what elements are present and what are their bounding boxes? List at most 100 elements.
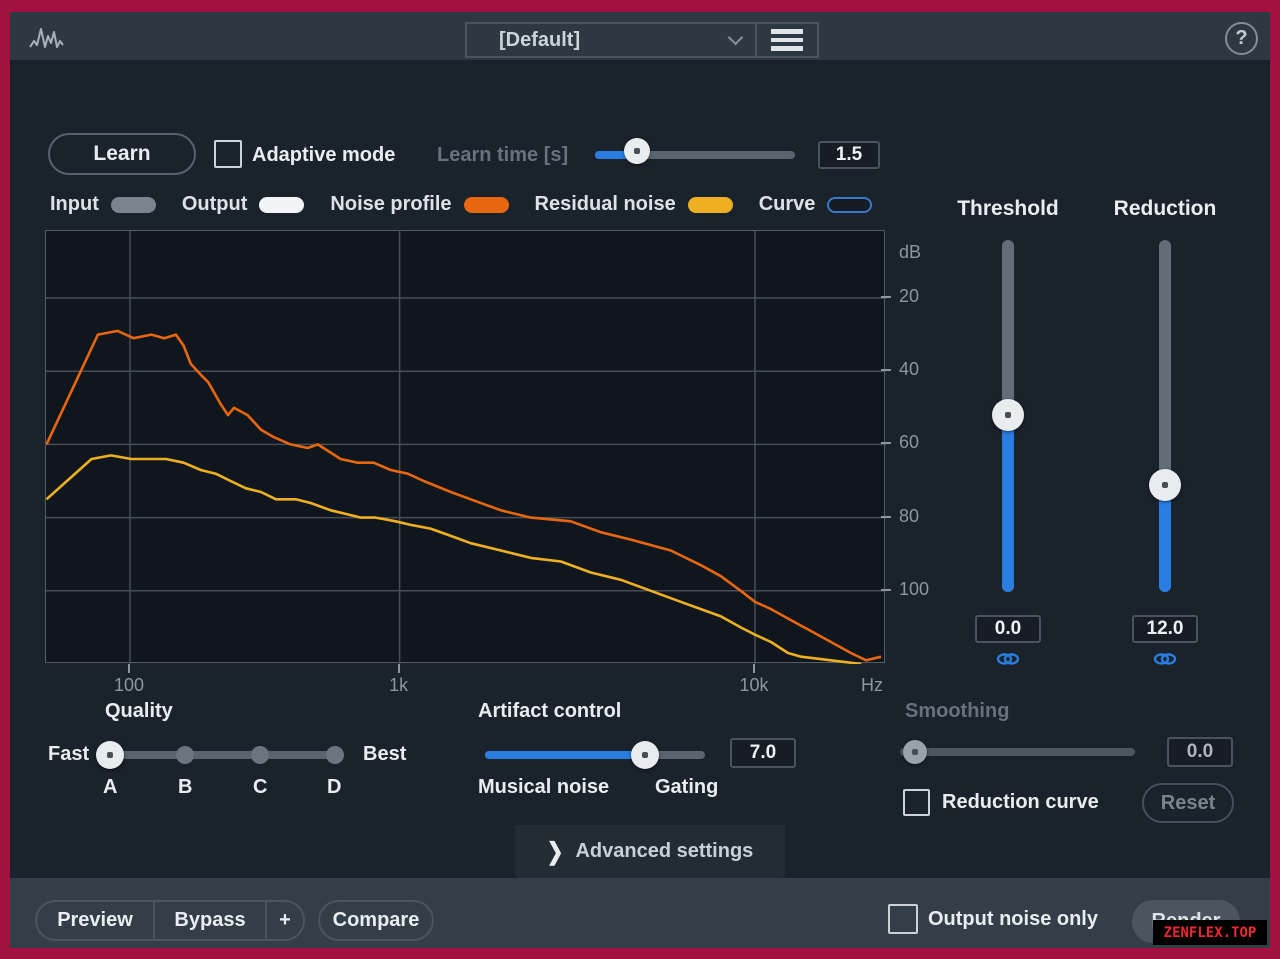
reduction-curve-checkbox[interactable] bbox=[903, 789, 930, 816]
learn-time-label: Learn time [s] bbox=[437, 144, 568, 167]
y-tick-mark bbox=[881, 369, 891, 371]
legend-label: Output bbox=[182, 193, 248, 216]
reduction-slider-fill bbox=[1159, 485, 1171, 592]
x-tick-mark bbox=[753, 664, 755, 673]
x-tick-label: 10k bbox=[729, 675, 779, 696]
quality-stop-d[interactable] bbox=[326, 746, 344, 764]
quality-step-a[interactable]: A bbox=[103, 776, 117, 799]
y-tick-mark bbox=[881, 442, 891, 444]
legend-swatch bbox=[688, 197, 733, 213]
legend-item-residual-noise[interactable]: Residual noise bbox=[535, 193, 733, 216]
spectrum-chart-area[interactable] bbox=[45, 230, 885, 663]
quality-step-b[interactable]: B bbox=[178, 776, 192, 799]
artifact-value[interactable]: 7.0 bbox=[730, 738, 796, 768]
advanced-settings-label: Advanced settings bbox=[575, 840, 753, 863]
reduction-curve-label: Reduction curve bbox=[942, 791, 1099, 814]
smoothing-value[interactable]: 0.0 bbox=[1167, 737, 1233, 767]
legend-swatch bbox=[111, 197, 156, 213]
y-tick-label: 80 bbox=[899, 506, 919, 527]
quality-stop-c[interactable] bbox=[251, 746, 269, 764]
preset-value: [Default] bbox=[499, 29, 580, 52]
threshold-link-icon[interactable] bbox=[996, 652, 1020, 666]
help-button[interactable]: ? bbox=[1225, 22, 1258, 55]
preset-dropdown[interactable]: [Default] bbox=[465, 22, 757, 58]
plus-button[interactable]: + bbox=[267, 902, 303, 939]
quality-step-c[interactable]: C bbox=[253, 776, 267, 799]
plugin-window: [Default] ? Learn Adaptive mode Learn ti… bbox=[10, 12, 1270, 948]
reset-button[interactable]: Reset bbox=[1142, 783, 1234, 823]
artifact-control-label: Artifact control bbox=[478, 700, 621, 723]
quality-fast-label: Fast bbox=[48, 743, 89, 766]
quality-slider[interactable] bbox=[110, 751, 340, 759]
watermark-text: ZENFLEX.TOP bbox=[1164, 925, 1257, 941]
smoothing-slider-handle[interactable] bbox=[903, 740, 927, 764]
chart-legend: Input Output Noise profile Residual noise Cu… bbox=[50, 193, 872, 216]
top-bar: [Default] ? bbox=[10, 12, 1270, 60]
quality-stop-b[interactable] bbox=[176, 746, 194, 764]
reduction-label: Reduction bbox=[1095, 197, 1235, 221]
legend-label: Noise profile bbox=[330, 193, 451, 216]
hamburger-menu-button[interactable] bbox=[757, 22, 819, 58]
adaptive-mode-checkbox[interactable] bbox=[214, 140, 242, 168]
legend-label: Input bbox=[50, 193, 99, 216]
legend-swatch bbox=[464, 197, 509, 213]
smoothing-label: Smoothing bbox=[905, 700, 1009, 723]
smoothing-slider[interactable] bbox=[900, 748, 1135, 756]
threshold-slider-fill bbox=[1002, 415, 1014, 592]
legend-item-output[interactable]: Output bbox=[182, 193, 305, 216]
advanced-settings-toggle[interactable]: ❯ Advanced settings bbox=[515, 825, 785, 878]
y-tick-label: 100 bbox=[899, 579, 929, 600]
musical-noise-label: Musical noise bbox=[478, 776, 609, 799]
chevron-right-icon: ❯ bbox=[547, 837, 564, 867]
y-tick-mark bbox=[881, 296, 891, 298]
compare-button[interactable]: Compare bbox=[318, 900, 434, 941]
artifact-slider[interactable] bbox=[485, 751, 705, 759]
gating-label: Gating bbox=[655, 776, 718, 799]
quality-slider-handle[interactable] bbox=[96, 741, 124, 769]
legend-item-input[interactable]: Input bbox=[50, 193, 156, 216]
question-mark-icon: ? bbox=[1235, 27, 1247, 50]
y-tick-mark bbox=[881, 516, 891, 518]
learn-time-slider-handle[interactable] bbox=[624, 138, 650, 164]
artifact-slider-handle[interactable] bbox=[631, 741, 659, 769]
reduction-slider-handle[interactable] bbox=[1149, 469, 1181, 501]
output-noise-only-label: Output noise only bbox=[928, 908, 1098, 931]
transport-button-group: Preview Bypass + bbox=[35, 900, 305, 941]
series-residual-noise bbox=[47, 455, 862, 664]
x-axis-unit: Hz bbox=[852, 675, 892, 696]
x-tick-mark bbox=[128, 664, 130, 673]
app-logo-waveform-icon bbox=[28, 22, 64, 52]
learn-time-value[interactable]: 1.5 bbox=[818, 141, 880, 169]
legend-label: Curve bbox=[759, 193, 816, 216]
bottom-bar: Preview Bypass + Compare Output noise on… bbox=[10, 878, 1270, 948]
legend-swatch bbox=[259, 197, 304, 213]
reduction-link-icon[interactable] bbox=[1153, 652, 1177, 666]
output-noise-only-checkbox[interactable] bbox=[888, 904, 918, 934]
threshold-value[interactable]: 0.0 bbox=[975, 615, 1041, 643]
bypass-button[interactable]: Bypass bbox=[155, 902, 267, 939]
y-tick-label: 40 bbox=[899, 359, 919, 380]
y-axis-unit: dB bbox=[899, 242, 921, 263]
reduction-value[interactable]: 12.0 bbox=[1132, 615, 1198, 643]
reduction-slider[interactable] bbox=[1159, 240, 1171, 592]
spectrum-chart-svg bbox=[46, 231, 886, 664]
x-tick-label: 1k bbox=[374, 675, 424, 696]
legend-label: Residual noise bbox=[535, 193, 676, 216]
preview-button[interactable]: Preview bbox=[37, 902, 155, 939]
threshold-slider-handle[interactable] bbox=[992, 399, 1024, 431]
quality-step-d[interactable]: D bbox=[327, 776, 341, 799]
artifact-slider-fill bbox=[485, 751, 645, 759]
learn-button[interactable]: Learn bbox=[48, 133, 196, 175]
x-tick-label: 100 bbox=[104, 675, 154, 696]
y-tick-label: 60 bbox=[899, 432, 919, 453]
legend-item-curve[interactable]: Curve bbox=[759, 193, 873, 216]
x-tick-mark bbox=[398, 664, 400, 673]
legend-item-noise-profile[interactable]: Noise profile bbox=[330, 193, 508, 216]
threshold-label: Threshold bbox=[938, 197, 1078, 221]
hamburger-icon bbox=[771, 29, 803, 34]
watermark: ZENFLEX.TOP bbox=[1153, 920, 1267, 945]
main-panel: Learn Adaptive mode Learn time [s] 1.5 I… bbox=[10, 60, 1270, 878]
adaptive-mode-label: Adaptive mode bbox=[252, 144, 395, 167]
quality-best-label: Best bbox=[363, 743, 406, 766]
y-tick-mark bbox=[881, 589, 891, 591]
